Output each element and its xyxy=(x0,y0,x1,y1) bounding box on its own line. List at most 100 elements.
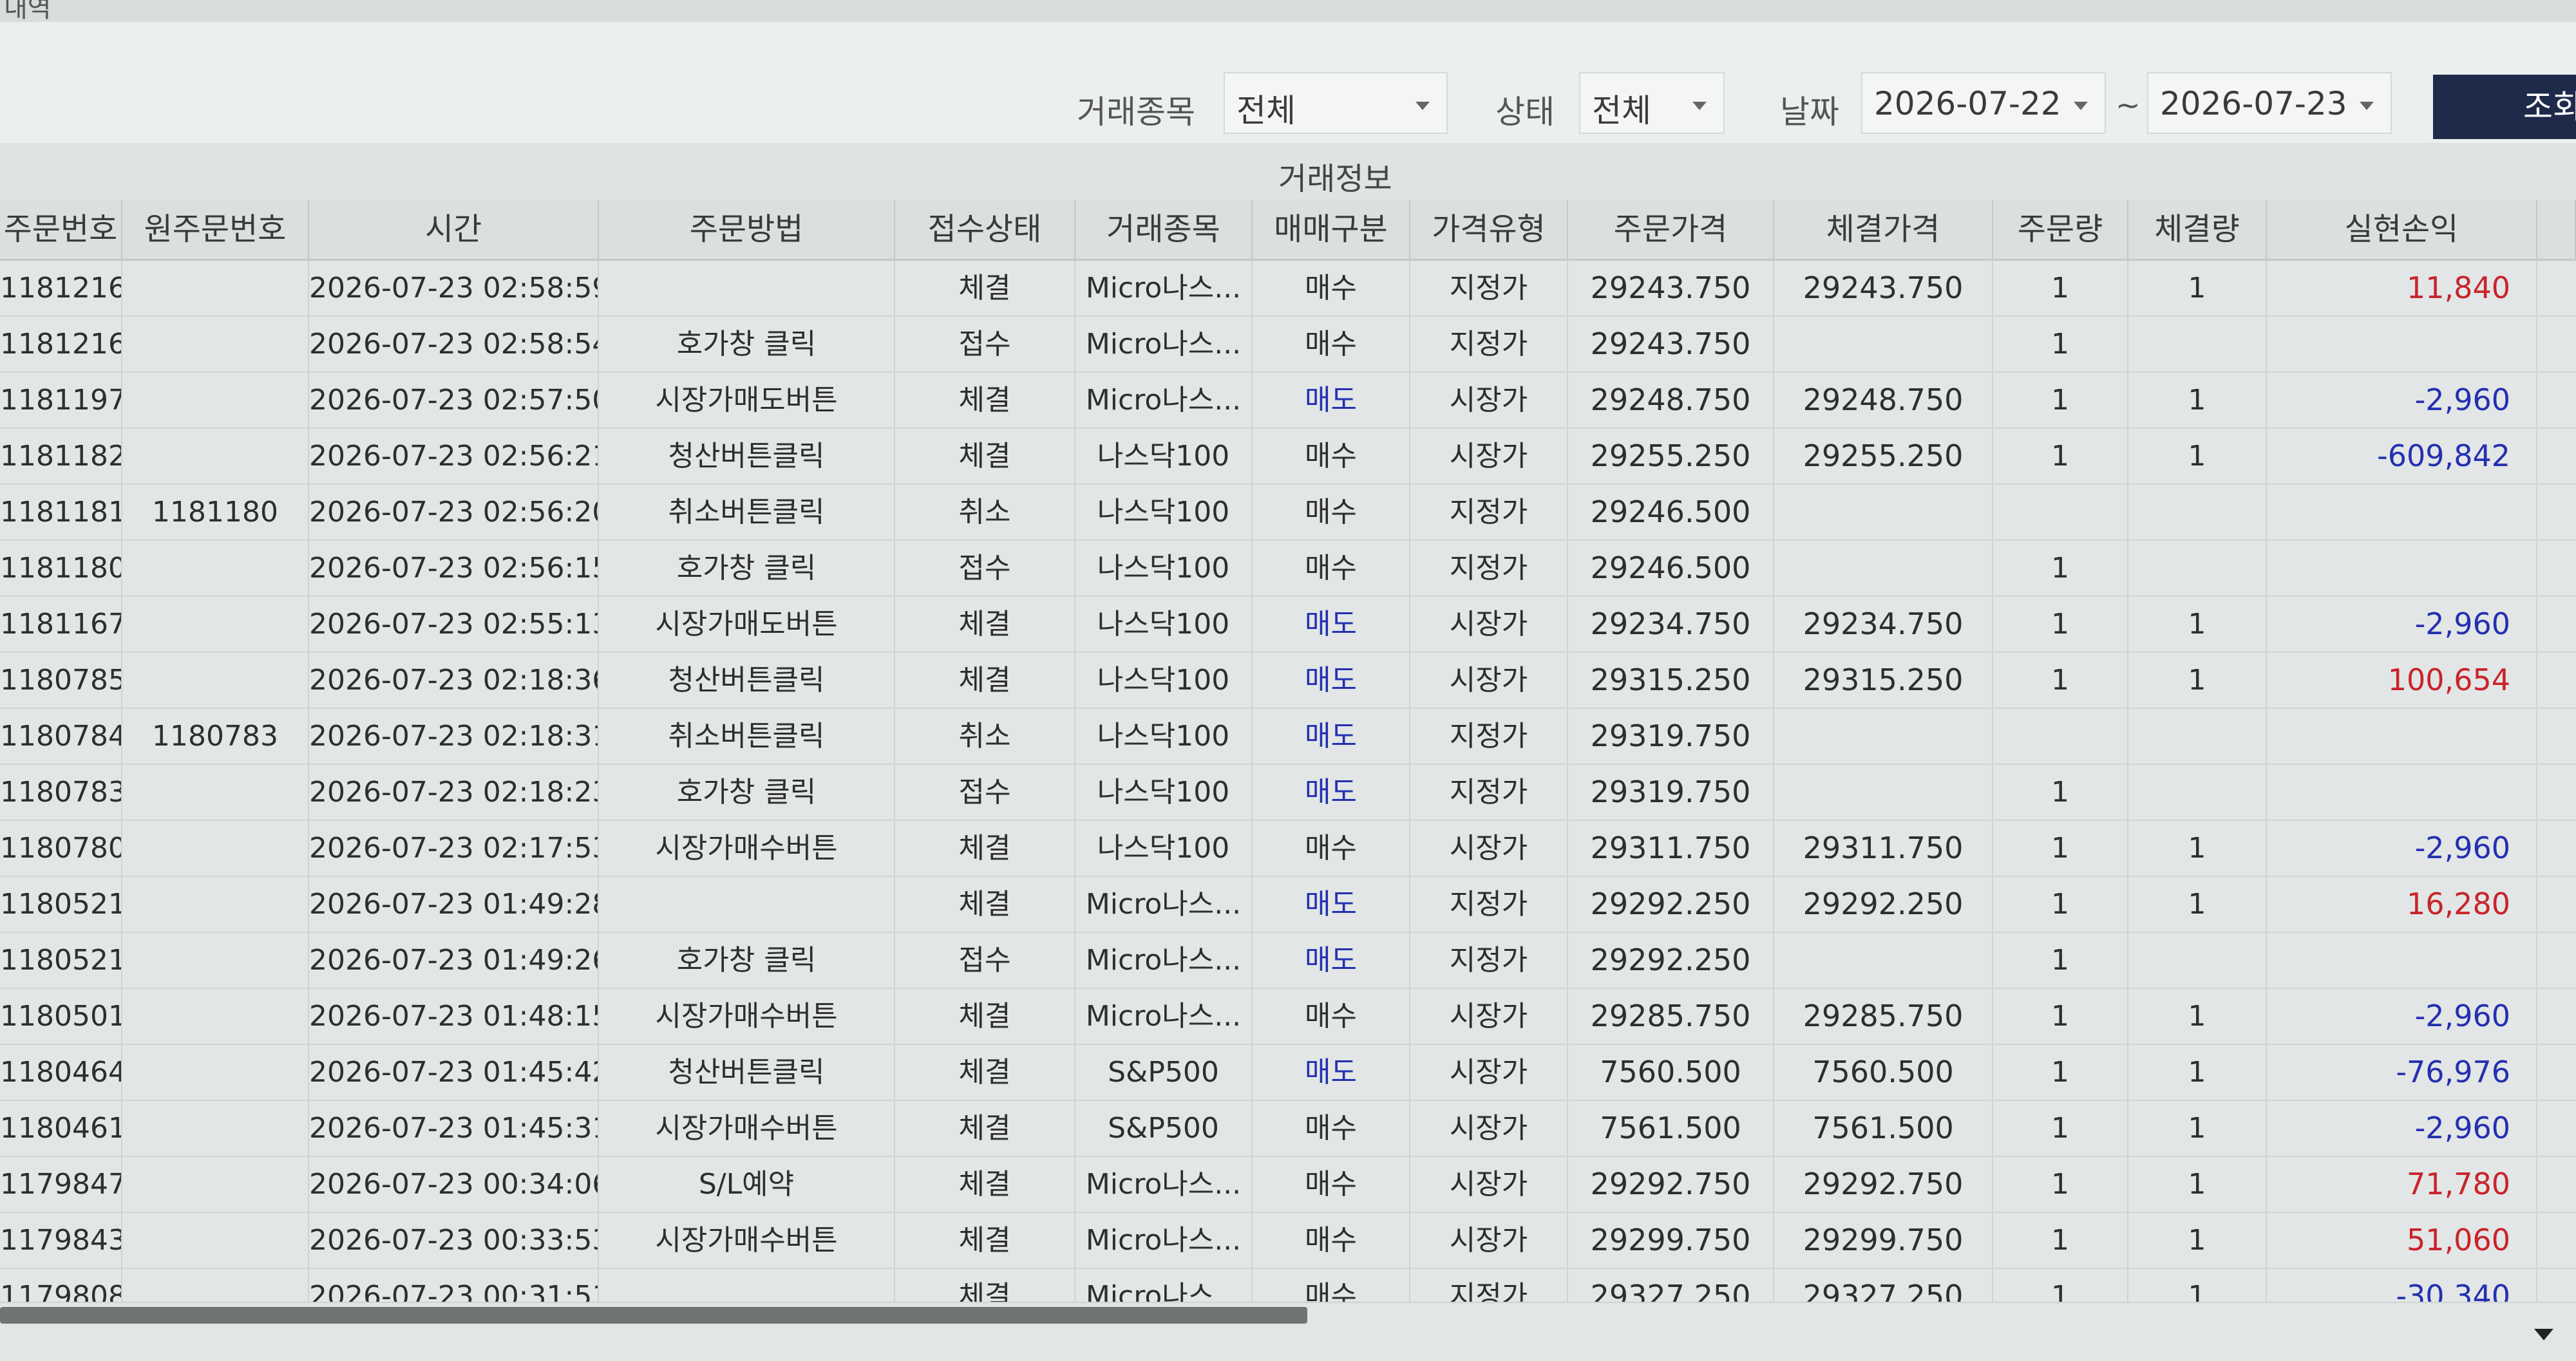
column-header-time[interactable]: 시간 xyxy=(309,200,599,259)
cell-symbol: 나스닥100 xyxy=(1075,821,1253,876)
cell-fill-price: 29243.750 xyxy=(1774,261,1993,315)
cell-order-price: 29292.750 xyxy=(1568,1157,1774,1212)
cell-realized-pnl: -2,960 xyxy=(2267,821,2537,876)
column-header-order-qty[interactable]: 주문량 xyxy=(1993,200,2128,259)
chevron-down-icon xyxy=(1416,102,1430,110)
cell-symbol: S&P500 xyxy=(1075,1045,1253,1100)
cell-order-price: 29292.250 xyxy=(1568,933,1774,988)
table-row[interactable]: 1181216 2026-07-23 02:58:54 호가창 클릭 접수 Micro나… xyxy=(0,317,2576,373)
cell-order-no: 1181181 xyxy=(0,485,122,540)
table-row[interactable]: 1181182 2026-07-23 02:56:21 청산버튼클릭 체결 나스닥100… xyxy=(0,429,2576,485)
date-to-select[interactable]: 2026-07-23 xyxy=(2147,72,2392,134)
cell-orig-order-no xyxy=(122,317,309,371)
column-header-fill-price[interactable]: 체결가격 xyxy=(1774,200,1993,259)
cell-symbol: Micro나스... xyxy=(1075,261,1253,315)
cell-time: 2026-07-23 02:56:20 xyxy=(309,485,599,540)
cell-fill-qty xyxy=(2128,485,2267,540)
cell-side: 매도 xyxy=(1253,877,1410,932)
table-row[interactable]: 1180780 2026-07-23 02:17:53 시장가매수버튼 체결 나스닥10… xyxy=(0,821,2576,877)
cell-order-qty: 1 xyxy=(1993,1213,2128,1268)
cell-fill-qty: 1 xyxy=(2128,429,2267,483)
cell-fill-qty: 1 xyxy=(2128,1045,2267,1100)
cell-order-no: 1180780 xyxy=(0,821,122,876)
table-row[interactable]: 1180784 1180783 2026-07-23 02:18:31 취소버튼클릭 취… xyxy=(0,709,2576,765)
cell-order-no: 1179847 xyxy=(0,1157,122,1212)
table-row[interactable]: 1180521 2026-07-23 01:49:28 체결 Micro나스... 매도… xyxy=(0,877,2576,933)
cell-side: 매도 xyxy=(1253,1045,1410,1100)
cell-price-type: 시장가 xyxy=(1410,373,1568,427)
symbol-filter-select[interactable]: 전체 xyxy=(1224,72,1448,134)
cell-price-type: 시장가 xyxy=(1410,1045,1568,1100)
cell-order-price: 29292.250 xyxy=(1568,877,1774,932)
cell-fill-price xyxy=(1774,933,1993,988)
table-row[interactable]: 1180785 2026-07-23 02:18:36 청산버튼클릭 체결 나스닥100… xyxy=(0,653,2576,709)
column-header-orig-order-no[interactable]: 원주문번호 xyxy=(122,200,309,259)
column-header-receipt-status[interactable]: 접수상태 xyxy=(895,200,1075,259)
column-header-order-no[interactable]: 주문번호 xyxy=(0,200,122,259)
table-row[interactable]: 1179843 2026-07-23 00:33:53 시장가매수버튼 체결 Micro… xyxy=(0,1213,2576,1269)
column-header-price-type[interactable]: 가격유형 xyxy=(1410,200,1568,259)
cell-receipt-status: 체결 xyxy=(895,877,1075,932)
cell-realized-pnl: -2,960 xyxy=(2267,373,2537,427)
section-title: 거래정보 xyxy=(1278,161,1392,197)
cell-order-method: 호가창 클릭 xyxy=(599,317,895,371)
table-row[interactable]: 1181180 2026-07-23 02:56:15 호가창 클릭 접수 나스닥100… xyxy=(0,541,2576,597)
cell-order-no: 1180785 xyxy=(0,653,122,708)
cell-order-qty: 1 xyxy=(1993,1101,2128,1156)
cell-orig-order-no xyxy=(122,1045,309,1100)
cell-order-qty: 1 xyxy=(1993,1045,2128,1100)
cell-price-type: 시장가 xyxy=(1410,821,1568,876)
status-filter-select[interactable]: 전체 xyxy=(1579,72,1725,134)
table-row[interactable]: 1180521 2026-07-23 01:49:26 호가창 클릭 접수 Micro나… xyxy=(0,933,2576,989)
chevron-down-icon xyxy=(2074,102,2088,110)
cell-fill-price: 29299.750 xyxy=(1774,1213,1993,1268)
cell-time: 2026-07-23 01:49:26 xyxy=(309,933,599,988)
cell-receipt-status: 체결 xyxy=(895,989,1075,1044)
status-filter-value: 전체 xyxy=(1592,92,1651,129)
cell-symbol: Micro나스... xyxy=(1075,373,1253,427)
cell-spacer xyxy=(2537,1101,2576,1156)
panel-title: 내역 xyxy=(4,0,52,23)
section-header: 거래정보 xyxy=(0,143,2576,201)
cell-fill-qty: 1 xyxy=(2128,261,2267,315)
cell-fill-qty: 1 xyxy=(2128,989,2267,1044)
table-row[interactable]: 1180461 2026-07-23 01:45:31 시장가매수버튼 체결 S&P50… xyxy=(0,1101,2576,1157)
table-row[interactable]: 1179847 2026-07-23 00:34:06 S/L예약 체결 Micro나스… xyxy=(0,1157,2576,1213)
horizontal-scrollbar[interactable] xyxy=(0,1302,2576,1361)
cell-order-qty xyxy=(1993,485,2128,540)
table-row[interactable]: 1181167 2026-07-23 02:55:13 시장가매도버튼 체결 나스닥10… xyxy=(0,597,2576,653)
cell-fill-price: 29248.750 xyxy=(1774,373,1993,427)
table-row[interactable]: 1181216 2026-07-23 02:58:59 체결 Micro나스... 매수… xyxy=(0,261,2576,317)
cell-fill-qty xyxy=(2128,709,2267,764)
scroll-down-icon[interactable] xyxy=(2534,1329,2553,1340)
cell-side: 매수 xyxy=(1253,429,1410,483)
cell-order-price: 29255.250 xyxy=(1568,429,1774,483)
cell-fill-qty xyxy=(2128,765,2267,820)
cell-time: 2026-07-23 02:18:36 xyxy=(309,653,599,708)
table-row[interactable]: 1180464 2026-07-23 01:45:42 청산버튼클릭 체결 S&P500… xyxy=(0,1045,2576,1101)
cell-spacer xyxy=(2537,1213,2576,1268)
table-row[interactable]: 1180501 2026-07-23 01:48:15 시장가매수버튼 체결 Micro… xyxy=(0,989,2576,1045)
cell-receipt-status: 체결 xyxy=(895,1045,1075,1100)
table-row[interactable]: 1180783 2026-07-23 02:18:23 호가창 클릭 접수 나스닥100… xyxy=(0,765,2576,821)
cell-time: 2026-07-23 02:58:59 xyxy=(309,261,599,315)
column-header-order-method[interactable]: 주문방법 xyxy=(599,200,895,259)
cell-spacer xyxy=(2537,1045,2576,1100)
cell-spacer xyxy=(2537,373,2576,427)
cell-time: 2026-07-23 01:45:31 xyxy=(309,1101,599,1156)
cell-order-method: 청산버튼클릭 xyxy=(599,653,895,708)
column-header-side[interactable]: 매매구분 xyxy=(1253,200,1410,259)
cell-receipt-status: 체결 xyxy=(895,597,1075,652)
column-header-symbol[interactable]: 거래종목 xyxy=(1075,200,1253,259)
date-from-select[interactable]: 2026-07-22 xyxy=(1861,72,2106,134)
symbol-filter-label: 거래종목 xyxy=(1077,93,1195,131)
column-header-order-price[interactable]: 주문가격 xyxy=(1568,200,1774,259)
table-row[interactable]: 1181181 1181180 2026-07-23 02:56:20 취소버튼클릭 취… xyxy=(0,485,2576,541)
cell-receipt-status: 취소 xyxy=(895,709,1075,764)
search-button[interactable]: 조회 xyxy=(2433,75,2576,139)
column-header-fill-qty[interactable]: 체결량 xyxy=(2128,200,2267,259)
cell-order-no: 1181167 xyxy=(0,597,122,652)
table-row[interactable]: 1181197 2026-07-23 02:57:50 시장가매도버튼 체결 Micro… xyxy=(0,373,2576,429)
column-header-realized-pnl[interactable]: 실현손익 xyxy=(2267,200,2537,259)
scrollbar-thumb[interactable] xyxy=(0,1307,1307,1324)
